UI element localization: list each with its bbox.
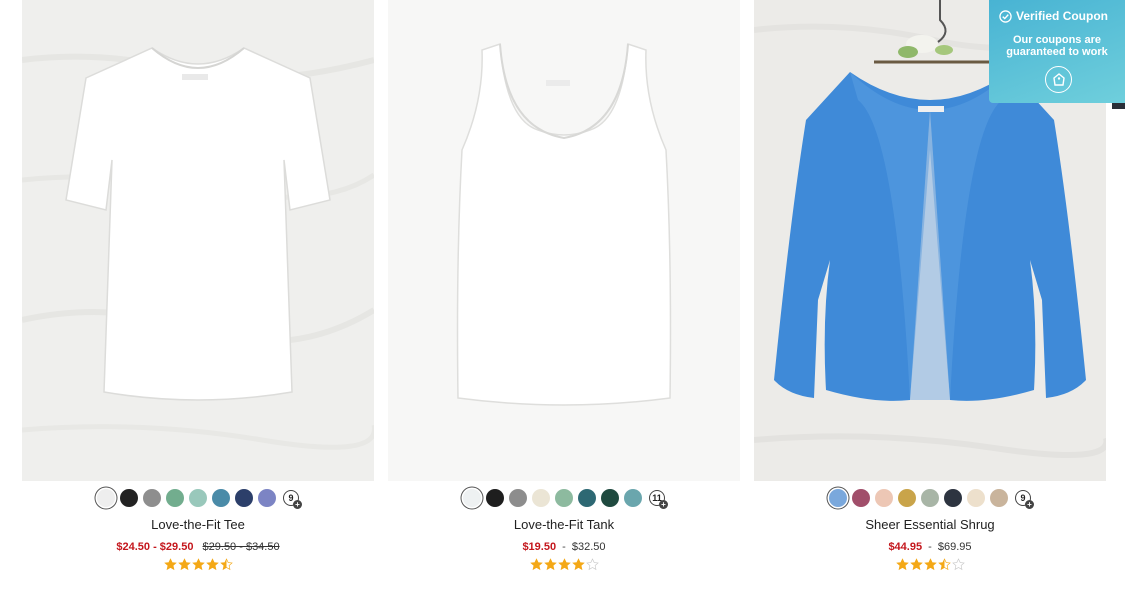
color-swatch[interactable] — [852, 489, 870, 507]
more-colors-button[interactable]: 9 + — [1015, 490, 1034, 509]
star-full-icon — [205, 558, 219, 571]
tank-photo — [388, 0, 740, 481]
verified-coupon-badge[interactable]: Verified Coupon Our coupons are guarante… — [989, 0, 1125, 103]
star-full-icon — [543, 558, 557, 571]
rating-stars[interactable] — [388, 558, 740, 572]
star-full-icon — [895, 558, 909, 571]
star-full-icon — [571, 558, 585, 571]
coupon-tag-icon — [1045, 66, 1072, 93]
price-separator: - — [928, 541, 932, 553]
product-name[interactable]: Sheer Essential Shrug — [754, 517, 1106, 533]
color-swatch[interactable] — [258, 489, 276, 507]
scrollbar-stub — [1112, 103, 1125, 109]
star-full-icon — [177, 558, 191, 571]
coupon-header: Verified Coupon — [999, 9, 1121, 23]
more-colors-button[interactable]: 9 + — [283, 490, 302, 509]
plus-icon: + — [659, 500, 668, 509]
color-swatch[interactable] — [967, 489, 985, 507]
tee-photo — [22, 0, 374, 481]
original-price: $29.50 - $34.50 — [202, 541, 280, 553]
color-swatch[interactable] — [486, 489, 504, 507]
coupon-subtitle: Our coupons are guaranteed to work — [1006, 34, 1108, 58]
product-price: $44.95 - $69.95 — [754, 541, 1106, 555]
color-swatch[interactable] — [212, 489, 230, 507]
color-swatches: 9 + — [22, 488, 374, 509]
product-grid: 9 + Love-the-Fit Tee $24.50 - $29.50 $29.… — [0, 0, 1125, 591]
regular-price: $32.50 — [571, 541, 606, 553]
regular-price: $69.95 — [937, 541, 972, 553]
color-swatch[interactable] — [97, 489, 115, 507]
star-full-icon — [529, 558, 543, 571]
rating-stars[interactable] — [22, 558, 374, 572]
color-swatch[interactable] — [189, 489, 207, 507]
product-name[interactable]: Love-the-Fit Tee — [22, 517, 374, 533]
plus-icon: + — [1025, 500, 1034, 509]
color-swatch[interactable] — [601, 489, 619, 507]
color-swatches: 9 + — [754, 488, 1106, 509]
star-half-icon — [937, 558, 951, 571]
coupon-title: Verified Coupon — [1016, 9, 1109, 23]
color-swatch[interactable] — [898, 489, 916, 507]
sale-price: $24.50 - $29.50 — [116, 541, 194, 553]
star-full-icon — [163, 558, 177, 571]
product-card: 11 + Love-the-Fit Tank $19.50 - $32.50 — [388, 0, 740, 572]
product-card: 9 + Love-the-Fit Tee $24.50 - $29.50 $29.… — [22, 0, 374, 572]
color-swatch[interactable] — [555, 489, 573, 507]
color-swatch[interactable] — [166, 489, 184, 507]
color-swatch[interactable] — [532, 489, 550, 507]
color-swatch[interactable] — [463, 489, 481, 507]
star-full-icon — [909, 558, 923, 571]
color-swatches: 11 + — [388, 488, 740, 509]
color-swatch[interactable] — [944, 489, 962, 507]
sale-price: $19.50 — [522, 541, 557, 553]
color-swatch[interactable] — [875, 489, 893, 507]
product-price: $19.50 - $32.50 — [388, 541, 740, 555]
star-empty-icon — [585, 558, 599, 571]
verified-check-icon — [999, 9, 1012, 23]
color-swatch[interactable] — [509, 489, 527, 507]
color-swatch[interactable] — [578, 489, 596, 507]
color-swatch[interactable] — [990, 489, 1008, 507]
plus-icon: + — [293, 500, 302, 509]
color-swatch[interactable] — [921, 489, 939, 507]
color-swatch[interactable] — [624, 489, 642, 507]
product-price: $24.50 - $29.50 $29.50 - $34.50 — [22, 541, 374, 555]
star-empty-icon — [951, 558, 965, 571]
price-separator: - — [562, 541, 566, 553]
color-swatch[interactable] — [829, 489, 847, 507]
product-image[interactable] — [22, 0, 374, 481]
product-image[interactable] — [388, 0, 740, 481]
star-full-icon — [557, 558, 571, 571]
more-colors-button[interactable]: 11 + — [649, 490, 668, 509]
star-full-icon — [923, 558, 937, 571]
color-swatch[interactable] — [235, 489, 253, 507]
rating-stars[interactable] — [754, 558, 1106, 572]
sale-price: $44.95 — [888, 541, 923, 553]
star-full-icon — [191, 558, 205, 571]
color-swatch[interactable] — [143, 489, 161, 507]
color-swatch[interactable] — [120, 489, 138, 507]
star-half-icon — [219, 558, 233, 571]
product-name[interactable]: Love-the-Fit Tank — [388, 517, 740, 533]
